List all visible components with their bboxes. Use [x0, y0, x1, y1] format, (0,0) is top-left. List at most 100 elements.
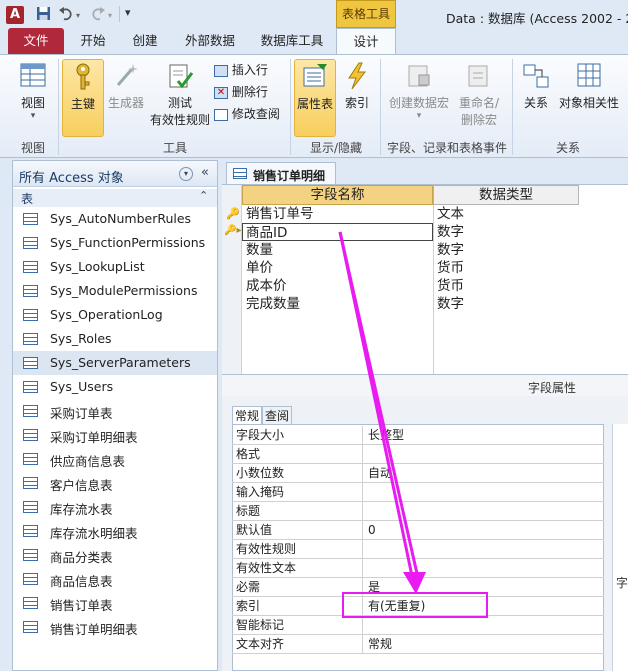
nav-item-table[interactable]: Sys_ModulePermissions	[13, 279, 217, 303]
property-row[interactable]: 标题	[232, 502, 604, 521]
property-row[interactable]: 默认值 0	[232, 521, 604, 540]
field-name-cell-active[interactable]: 商品ID	[242, 223, 433, 241]
undo-icon[interactable]	[58, 6, 74, 25]
column-header-field-name[interactable]: 字段名称	[242, 185, 433, 205]
property-sheet-button[interactable]: 属性表	[294, 59, 336, 137]
nav-item-table[interactable]: Sys_ServerParameters	[13, 351, 217, 375]
undo-dropdown-icon[interactable]: ▾	[76, 11, 80, 20]
nav-pane-menu-icon[interactable]: ▾	[179, 167, 193, 181]
relationships-label: 关系	[523, 96, 548, 110]
data-type-cell[interactable]: 货币	[437, 277, 577, 295]
access-app-icon[interactable]: A	[6, 6, 24, 24]
table-icon	[23, 453, 38, 465]
save-icon[interactable]	[36, 6, 51, 25]
customize-qat-icon[interactable]: ▾	[125, 6, 131, 19]
property-row[interactable]: 有效性规则	[232, 540, 604, 559]
nav-item-table[interactable]: 供应商信息表	[13, 447, 217, 471]
field-name-cell[interactable]: 成本价	[246, 277, 432, 295]
tab-create[interactable]: 创建	[122, 28, 168, 54]
nav-item-table[interactable]: 采购订单明细表	[13, 423, 217, 447]
property-row[interactable]: 智能标记	[232, 616, 604, 635]
create-data-macros-button[interactable]: 创建数据宏 ▾	[386, 61, 452, 121]
property-row[interactable]: 输入掩码	[232, 483, 604, 502]
table-icon	[23, 573, 38, 585]
redo-dropdown-icon[interactable]: ▾	[108, 11, 112, 20]
property-row[interactable]: 字段大小 长整型	[232, 426, 604, 445]
view-button[interactable]: 视图 ▾	[14, 61, 52, 121]
insert-rows-button[interactable]: 插入行	[214, 61, 268, 78]
modify-lookup-button[interactable]: 修改查阅	[214, 105, 280, 122]
property-value[interactable]: 自动	[368, 464, 392, 483]
collapse-nav-pane-icon[interactable]: «	[201, 165, 209, 180]
property-row[interactable]: 文本对齐 常规	[232, 635, 604, 654]
nav-item-table[interactable]: 商品分类表	[13, 543, 217, 567]
primary-key-button[interactable]: 主键	[62, 59, 104, 137]
tab-external-data[interactable]: 外部数据	[176, 28, 244, 54]
nav-section-tables[interactable]: 表 ⌃	[13, 189, 217, 207]
object-dependencies-button[interactable]: 对象相关性	[556, 61, 622, 111]
rename-delete-macro-button[interactable]: 重命名/ 删除宏	[454, 61, 504, 128]
nav-item-table[interactable]: 采购订单表	[13, 399, 217, 423]
nav-item-table[interactable]: Sys_Roles	[13, 327, 217, 351]
relationships-button[interactable]: 关系	[518, 61, 554, 111]
property-row[interactable]: 格式	[232, 445, 604, 464]
data-type-cell[interactable]: 文本	[437, 205, 577, 223]
create-macro-icon	[408, 65, 430, 87]
property-value[interactable]: 长整型	[368, 426, 404, 445]
nav-pane-header[interactable]: 所有 Access 对象 ▾ «	[13, 161, 217, 187]
property-key: 智能标记	[236, 618, 285, 632]
delete-rows-button[interactable]: ✕ 删除行	[214, 83, 268, 100]
data-type-cell[interactable]: 数字	[437, 295, 577, 313]
tab-home[interactable]: 开始	[70, 28, 116, 54]
property-key: 必需	[236, 580, 261, 594]
nav-item-table[interactable]: 商品信息表	[13, 567, 217, 591]
current-row-key-indicator-icon: 🔑▸	[224, 225, 242, 236]
tab-lookup[interactable]: 查阅	[262, 406, 292, 424]
field-name-cell[interactable]: 数量	[246, 241, 432, 259]
field-name-cell[interactable]: 完成数量	[246, 295, 432, 313]
field-name-cell[interactable]: 销售订单号	[246, 205, 432, 223]
nav-item-table[interactable]: 销售订单表	[13, 591, 217, 615]
property-row[interactable]: 有效性文本	[232, 559, 604, 578]
property-key: 文本对齐	[236, 637, 285, 651]
nav-item-table[interactable]: 库存流水明细表	[13, 519, 217, 543]
tab-file[interactable]: 文件	[8, 28, 64, 54]
modify-lookup-icon	[214, 108, 228, 121]
redo-icon[interactable]	[90, 6, 106, 25]
nav-item-label: Sys_OperationLog	[50, 307, 163, 322]
section-collapse-icon[interactable]: ⌃	[199, 189, 208, 202]
table-icon	[23, 621, 38, 633]
nav-item-table[interactable]: Sys_FunctionPermissions	[13, 231, 217, 255]
navigation-pane: 所有 Access 对象 ▾ « 表 ⌃ Sys_AutoNumberRules…	[12, 160, 218, 671]
property-value[interactable]: 常规	[368, 635, 392, 654]
table-icon	[23, 309, 38, 321]
builder-button[interactable]: 生成器	[106, 61, 146, 111]
tab-database-tools[interactable]: 数据库工具	[252, 28, 332, 54]
data-type-cell[interactable]: 数字	[437, 241, 577, 259]
property-value[interactable]: 0	[368, 521, 376, 540]
nav-item-table[interactable]: 库存流水表	[13, 495, 217, 519]
data-type-cell[interactable]: 货币	[437, 259, 577, 277]
field-name-cell[interactable]: 单价	[246, 259, 432, 277]
indexes-button[interactable]: 索引	[340, 61, 374, 111]
data-type-cell[interactable]: 数字	[437, 223, 577, 241]
nav-item-table[interactable]: Sys_AutoNumberRules	[13, 207, 217, 231]
nav-item-table[interactable]: 销售订单明细表	[13, 615, 217, 639]
column-header-data-type[interactable]: 数据类型	[433, 185, 579, 205]
property-row[interactable]: 小数位数 自动	[232, 464, 604, 483]
nav-item-table[interactable]: 客户信息表	[13, 471, 217, 495]
test-validation-rules-button[interactable]: 测试 有效性规则	[148, 61, 212, 128]
indexes-lightning-icon	[348, 62, 367, 90]
nav-item-table[interactable]: Sys_OperationLog	[13, 303, 217, 327]
property-help-panel: 字	[612, 424, 628, 671]
table-icon	[23, 597, 38, 609]
window-title: Data : 数据库 (Access 2002 - 20	[446, 11, 628, 26]
tab-general[interactable]: 常规	[232, 406, 262, 424]
tab-design[interactable]: 设计	[336, 28, 396, 55]
table-icon	[23, 261, 38, 273]
nav-item-table[interactable]: Sys_LookupList	[13, 255, 217, 279]
nav-item-table[interactable]: Sys_Users	[13, 375, 217, 399]
document-tab-sales-order-details[interactable]: 销售订单明细表	[226, 162, 336, 200]
view-dropdown-icon: ▾	[30, 111, 36, 121]
group-separator	[58, 59, 59, 155]
